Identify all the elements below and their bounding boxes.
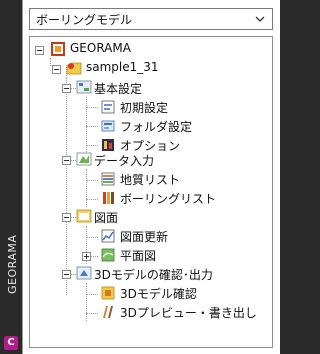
drawings-group-icon — [76, 209, 92, 223]
tree-node-label: 3Dモデル確認 — [120, 287, 197, 301]
tree-item-folder-settings[interactable]: フォルダ設定 — [30, 117, 270, 135]
tree-node-label: 3Dプレビュー・書き出し — [120, 306, 257, 320]
tree-item-boring-list[interactable]: ボーリングリスト — [30, 189, 270, 207]
project-folder-icon — [66, 62, 82, 75]
tree-node-label: データ入力 — [94, 154, 155, 168]
tree-item-plan-view[interactable]: 平面図 — [30, 246, 270, 264]
tree-item-3d-model-check[interactable]: 3Dモデル確認 — [30, 284, 270, 302]
side-rail: GEORAMA C — [0, 0, 22, 354]
tree-group-data-input[interactable]: データ入力 — [30, 151, 270, 169]
collapse-toggle[interactable] — [52, 65, 61, 74]
rail-title: GEORAMA — [6, 234, 19, 294]
3d-preview-export-icon — [103, 306, 113, 318]
tree-item-initial-settings[interactable]: 初期設定 — [30, 98, 270, 116]
boring-list-icon — [103, 192, 114, 204]
model-type-dropdown[interactable]: ボーリングモデル — [29, 8, 273, 30]
tree-node-label: 図面 — [94, 211, 119, 225]
tree-node-label: 平面図 — [120, 249, 157, 263]
plan-view-icon — [101, 248, 115, 262]
collapse-toggle[interactable] — [62, 84, 71, 93]
tree-node-label: GEORAMA — [70, 41, 131, 55]
tree-node-root[interactable]: GEORAMA — [30, 40, 270, 58]
tree-group-3d-model-output[interactable]: 3Dモデルの確認･出力 — [30, 265, 270, 283]
3d-model-check-icon — [101, 286, 115, 300]
collapse-toggle[interactable] — [35, 46, 44, 55]
tree-node-label: sample1_31 — [86, 60, 159, 74]
folder-settings-icon — [101, 120, 115, 132]
chevron-down-icon — [255, 16, 265, 22]
tree-node-project[interactable]: sample1_31 — [30, 59, 270, 77]
update-drawings-icon — [101, 229, 115, 243]
georama-logo-icon — [51, 42, 65, 56]
collapse-toggle[interactable] — [62, 213, 71, 222]
dropdown-value: ボーリングモデル — [36, 13, 133, 27]
tree-node-label: ボーリングリスト — [120, 192, 217, 206]
3d-model-group-icon — [76, 266, 92, 280]
tree-node-label: 基本設定 — [94, 82, 143, 96]
project-tree: GEORAMA sample1_31 基本設定 初期設定 フォルダ設定 オプショ… — [29, 36, 273, 348]
tree-item-geology-list[interactable]: 地質リスト — [30, 170, 270, 188]
settings-group-icon — [76, 80, 92, 94]
tree-node-label: 初期設定 — [120, 101, 169, 115]
tree-group-drawings[interactable]: 図面 — [30, 208, 270, 226]
geology-list-icon — [101, 172, 115, 186]
initial-settings-icon — [101, 100, 115, 114]
tree-group-basic-settings[interactable]: 基本設定 — [30, 79, 270, 97]
tree-node-label: 地質リスト — [120, 173, 181, 187]
collapse-toggle[interactable] — [62, 156, 71, 165]
tree-item-3d-preview-export[interactable]: 3Dプレビュー・書き出し — [30, 303, 270, 321]
collapse-toggle[interactable] — [62, 270, 71, 279]
data-input-group-icon — [76, 152, 92, 166]
tree-node-label: 図面更新 — [120, 230, 169, 244]
tree-node-label: フォルダ設定 — [120, 120, 193, 134]
tree-panel: ボーリングモデル GEORAMA sample1_31 基本設定 初期設定 フォ… — [22, 0, 280, 354]
tree-item-update-drawings[interactable]: 図面更新 — [30, 227, 270, 245]
tree-node-label: 3Dモデルの確認･出力 — [94, 268, 213, 282]
expand-toggle[interactable] — [82, 252, 91, 261]
app-icon[interactable]: C — [4, 336, 18, 350]
